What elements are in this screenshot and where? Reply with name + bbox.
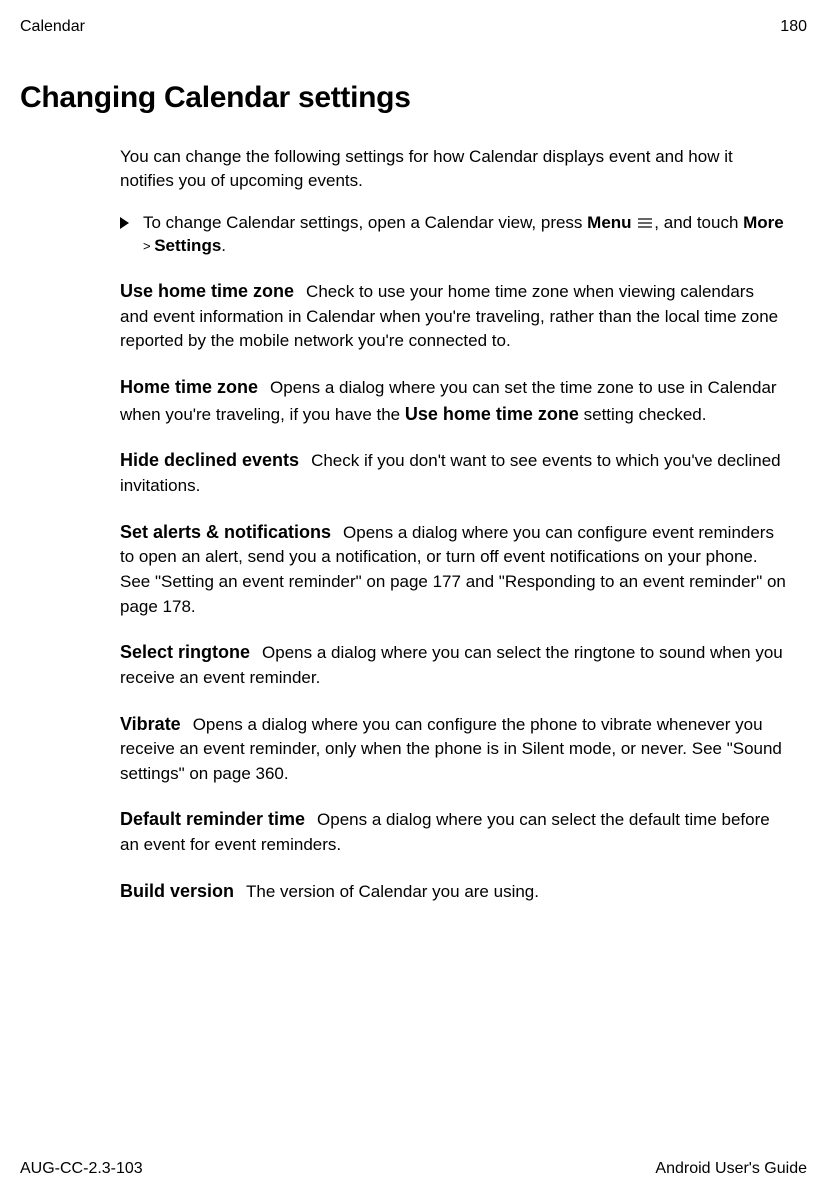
setting-default-reminder: Default reminder timeOpens a dialog wher… — [120, 806, 787, 857]
setting-name: Hide declined events — [120, 450, 299, 470]
setting-name: Default reminder time — [120, 809, 305, 829]
setting-desc: The version of Calendar you are using. — [246, 882, 539, 901]
setting-name: Build version — [120, 881, 234, 901]
setting-ringtone: Select ringtoneOpens a dialog where you … — [120, 639, 787, 690]
menu-label: Menu — [587, 213, 631, 232]
chevron-separator: > — [143, 239, 154, 254]
more-label: More — [743, 213, 784, 232]
setting-desc-post: setting checked. — [579, 405, 707, 424]
triangle-bullet-icon — [120, 217, 129, 229]
footer-guide-name: Android User's Guide — [655, 1160, 807, 1178]
footer-doc-id: AUG-CC-2.3-103 — [20, 1160, 143, 1178]
setting-hide-declined: Hide declined eventsCheck if you don't w… — [120, 447, 787, 498]
instruction-mid: , and touch — [654, 213, 743, 232]
setting-name: Select ringtone — [120, 642, 250, 662]
menu-icon — [638, 217, 652, 229]
setting-build-version: Build version The version of Calendar you… — [120, 878, 787, 905]
setting-home-tz: Home time zoneOpens a dialog where you c… — [120, 374, 787, 427]
instruction-text: To change Calendar settings, open a Cale… — [143, 211, 787, 259]
settings-label: Settings — [154, 236, 221, 255]
instruction-end: . — [221, 236, 226, 255]
setting-use-home-tz: Use home time zoneCheck to use your home… — [120, 278, 787, 354]
setting-name: Vibrate — [120, 714, 181, 734]
header-page-number: 180 — [780, 18, 807, 36]
instruction-row: To change Calendar settings, open a Cale… — [120, 211, 787, 259]
instruction-pre: To change Calendar settings, open a Cale… — [143, 213, 587, 232]
content-area: You can change the following settings fo… — [20, 145, 807, 904]
page-title: Changing Calendar settings — [20, 81, 807, 115]
header-section: Calendar — [20, 18, 85, 36]
setting-name: Use home time zone — [120, 281, 294, 301]
setting-name: Home time zone — [120, 377, 258, 397]
setting-name: Set alerts & notifications — [120, 522, 331, 542]
setting-vibrate: VibrateOpens a dialog where you can conf… — [120, 711, 787, 787]
intro-text: You can change the following settings fo… — [120, 145, 787, 193]
page-header: Calendar 180 — [20, 18, 807, 36]
page-footer: AUG-CC-2.3-103 Android User's Guide — [20, 1160, 807, 1178]
setting-alerts: Set alerts & notificationsOpens a dialog… — [120, 519, 787, 620]
setting-desc-bold: Use home time zone — [405, 404, 579, 424]
setting-desc: Opens a dialog where you can configure t… — [120, 715, 782, 783]
